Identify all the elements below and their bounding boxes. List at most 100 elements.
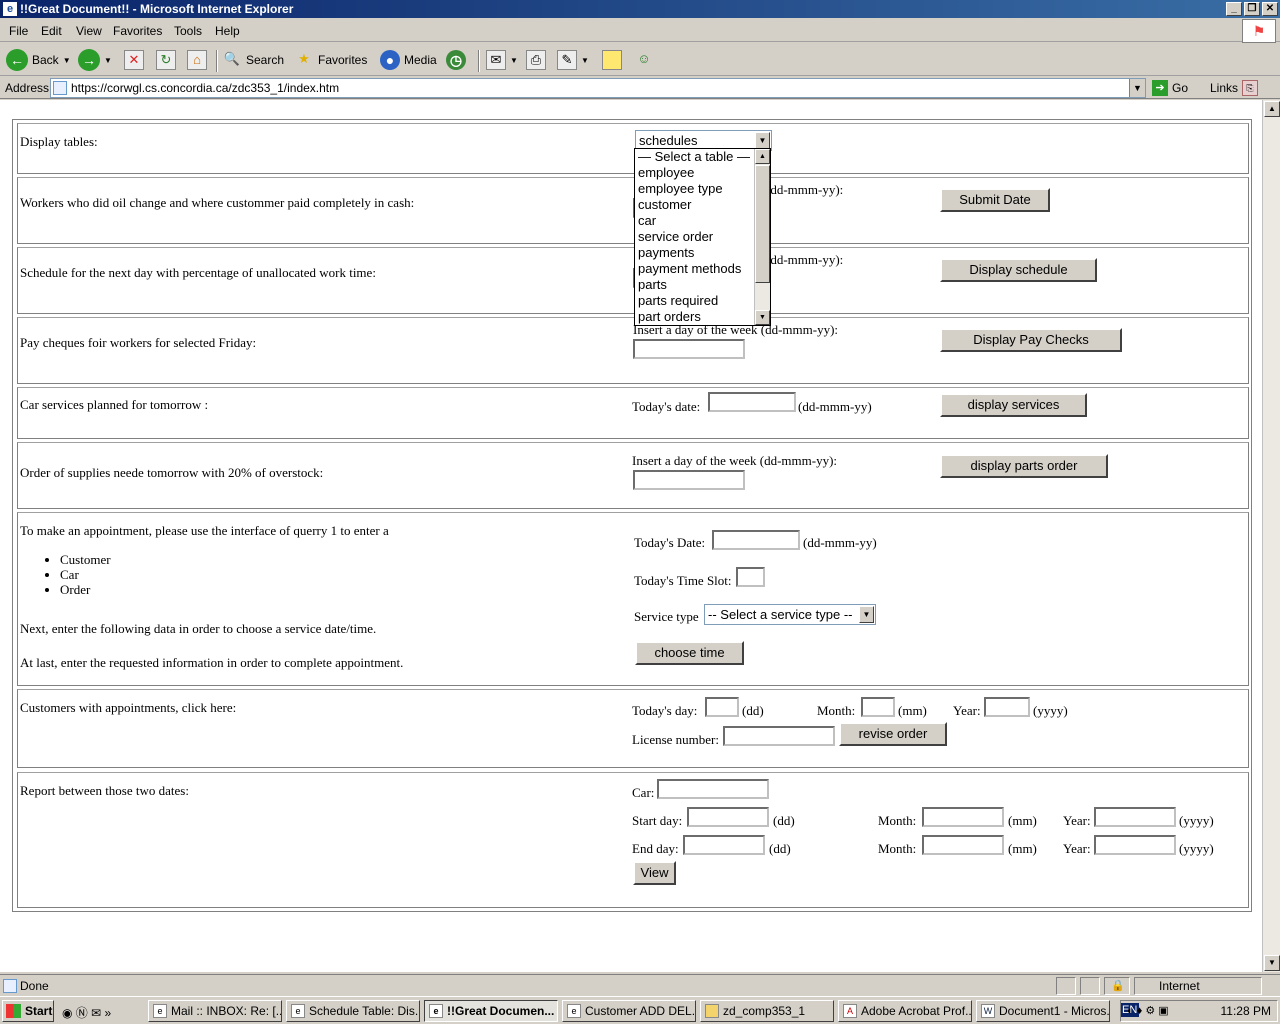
chevron-down-icon[interactable]: ▼ [63, 56, 71, 65]
task-great-document[interactable]: e !!Great Documen... [424, 1000, 558, 1022]
pay-cheques-date-input[interactable] [633, 339, 745, 359]
menu-file[interactable]: File [9, 24, 28, 38]
print-button[interactable]: ⎙ [526, 48, 546, 72]
day-input[interactable] [705, 697, 739, 717]
refresh-icon: ↻ [156, 50, 176, 70]
display-pay-checks-button[interactable]: Display Pay Checks [940, 328, 1122, 352]
status-bar: Done 🔒 Internet [0, 974, 1280, 996]
end-month-input[interactable] [922, 835, 1004, 855]
edit-button[interactable]: ✎ ▼ [557, 48, 589, 72]
car-services-date-input[interactable] [708, 392, 796, 412]
table-dropdown-list[interactable]: — Select a table — employee employee typ… [634, 148, 771, 326]
page-scrollbar[interactable]: ▲ ▼ [1262, 100, 1280, 972]
task-acrobat[interactable]: A Adobe Acrobat Prof... [838, 1000, 972, 1022]
task-mail[interactable]: e Mail :: INBOX: Re: [... [148, 1000, 282, 1022]
dropdown-option[interactable]: car [635, 213, 770, 229]
chevron-down-icon[interactable]: ▼ [510, 56, 518, 65]
scroll-down-icon[interactable]: ▼ [755, 310, 770, 325]
dropdown-option[interactable]: payments [635, 245, 770, 261]
task-folder[interactable]: zd_comp353_1 [700, 1000, 834, 1022]
scroll-up-icon[interactable]: ▲ [755, 149, 770, 164]
task-word[interactable]: W Document1 - Micros... [976, 1000, 1110, 1022]
menu-tools[interactable]: Tools [174, 24, 202, 38]
favorites-label: Favorites [318, 53, 368, 67]
year-label: Year: [953, 703, 981, 718]
favorites-button[interactable]: ★ Favorites [294, 48, 367, 72]
search-button[interactable]: 🔍 Search [222, 48, 284, 72]
end-month-format: (mm) [1008, 841, 1037, 856]
close-button[interactable]: ✕ [1262, 2, 1278, 16]
go-button[interactable]: ➔ Go [1152, 80, 1188, 96]
dropdown-scrollbar[interactable]: ▲ ▼ [754, 149, 770, 325]
choose-time-button[interactable]: choose time [635, 641, 744, 665]
chevron-down-icon[interactable]: ▼ [104, 56, 112, 65]
dropdown-option[interactable]: payment methods [635, 261, 770, 277]
start-button[interactable]: Start [2, 1000, 54, 1022]
pdf-icon[interactable]: ⎘ [1242, 80, 1258, 96]
links-button[interactable]: Links [1210, 81, 1238, 95]
menu-favorites[interactable]: Favorites [113, 24, 162, 38]
refresh-button[interactable]: ↻ [156, 48, 176, 72]
scroll-up-icon[interactable]: ▲ [1264, 101, 1280, 117]
submit-date-button[interactable]: Submit Date [940, 188, 1050, 212]
quick-launch-icons[interactable]: ◉ Ⓝ ✉ » [62, 1004, 111, 1021]
scroll-down-icon[interactable]: ▼ [1264, 955, 1280, 971]
menu-view[interactable]: View [76, 24, 102, 38]
chevron-down-icon[interactable]: ▼ [1129, 79, 1145, 97]
year-input[interactable] [984, 697, 1030, 717]
list-item: Customer [60, 552, 111, 567]
view-button[interactable]: View [633, 861, 676, 885]
back-button[interactable]: ← Back ▼ [6, 48, 71, 72]
task-schedule[interactable]: e Schedule Table: Dis... [286, 1000, 420, 1022]
address-input[interactable]: https://corwgl.cs.concordia.ca/zdc353_1/… [50, 78, 1146, 98]
time-slot-input[interactable] [736, 567, 765, 587]
discuss-button[interactable] [602, 48, 622, 72]
dropdown-option[interactable]: — Select a table — [635, 149, 770, 165]
start-year-input[interactable] [1094, 807, 1176, 827]
start-month-input[interactable] [922, 807, 1004, 827]
page-icon [53, 81, 67, 95]
menu-edit[interactable]: Edit [41, 24, 62, 38]
supplies-date-input[interactable] [633, 470, 745, 490]
dropdown-option[interactable]: part orders [635, 309, 770, 325]
chevron-down-icon[interactable]: ▼ [859, 606, 874, 623]
chevron-down-icon[interactable]: ▼ [581, 56, 589, 65]
license-input[interactable] [723, 726, 835, 746]
car-input[interactable] [657, 779, 769, 799]
restore-button[interactable]: ❐ [1244, 2, 1260, 16]
menu-help[interactable]: Help [215, 24, 240, 38]
service-type-select[interactable]: -- Select a service type -- ▼ [704, 604, 876, 625]
dropdown-option[interactable]: employee type [635, 181, 770, 197]
dropdown-option[interactable]: service order [635, 229, 770, 245]
forward-button[interactable]: → ▼ [78, 48, 112, 72]
month-input[interactable] [861, 697, 895, 717]
home-button[interactable]: ⌂ [187, 48, 207, 72]
dropdown-option[interactable]: parts [635, 277, 770, 293]
stop-icon: ✕ [124, 50, 144, 70]
history-button[interactable]: ◷ [446, 48, 466, 72]
taskbar: Start ◉ Ⓝ ✉ » e Mail :: INBOX: Re: [... e… [0, 996, 1280, 1024]
zone-label: Internet [1159, 979, 1200, 993]
end-year-input[interactable] [1094, 835, 1176, 855]
appointment-date-input[interactable] [712, 530, 800, 550]
end-day-input[interactable] [683, 835, 765, 855]
start-day-input[interactable] [687, 807, 769, 827]
chevron-down-icon[interactable]: ▼ [755, 132, 770, 149]
messenger-button[interactable]: ☺ [634, 48, 654, 72]
scroll-thumb[interactable] [755, 165, 770, 283]
task-customer[interactable]: e Customer ADD DEL... [562, 1000, 696, 1022]
car-services-date-label: Today's date: [632, 399, 701, 414]
tray-icons[interactable]: ◐ ♦ ⚙ ▣ [1127, 1004, 1169, 1017]
display-schedule-button[interactable]: Display schedule [940, 258, 1097, 282]
minimize-button[interactable]: _ [1226, 2, 1242, 16]
dropdown-option[interactable]: customer [635, 197, 770, 213]
customers-appointments-label: Customers with appointments, click here: [20, 700, 237, 715]
mail-button[interactable]: ✉ ▼ [486, 48, 518, 72]
dropdown-option[interactable]: parts required [635, 293, 770, 309]
display-services-button[interactable]: display services [940, 393, 1087, 417]
display-parts-order-button[interactable]: display parts order [940, 454, 1108, 478]
dropdown-option[interactable]: employee [635, 165, 770, 181]
stop-button[interactable]: ✕ [124, 48, 144, 72]
media-button[interactable]: ● Media [380, 48, 437, 72]
revise-order-button[interactable]: revise order [839, 722, 947, 746]
